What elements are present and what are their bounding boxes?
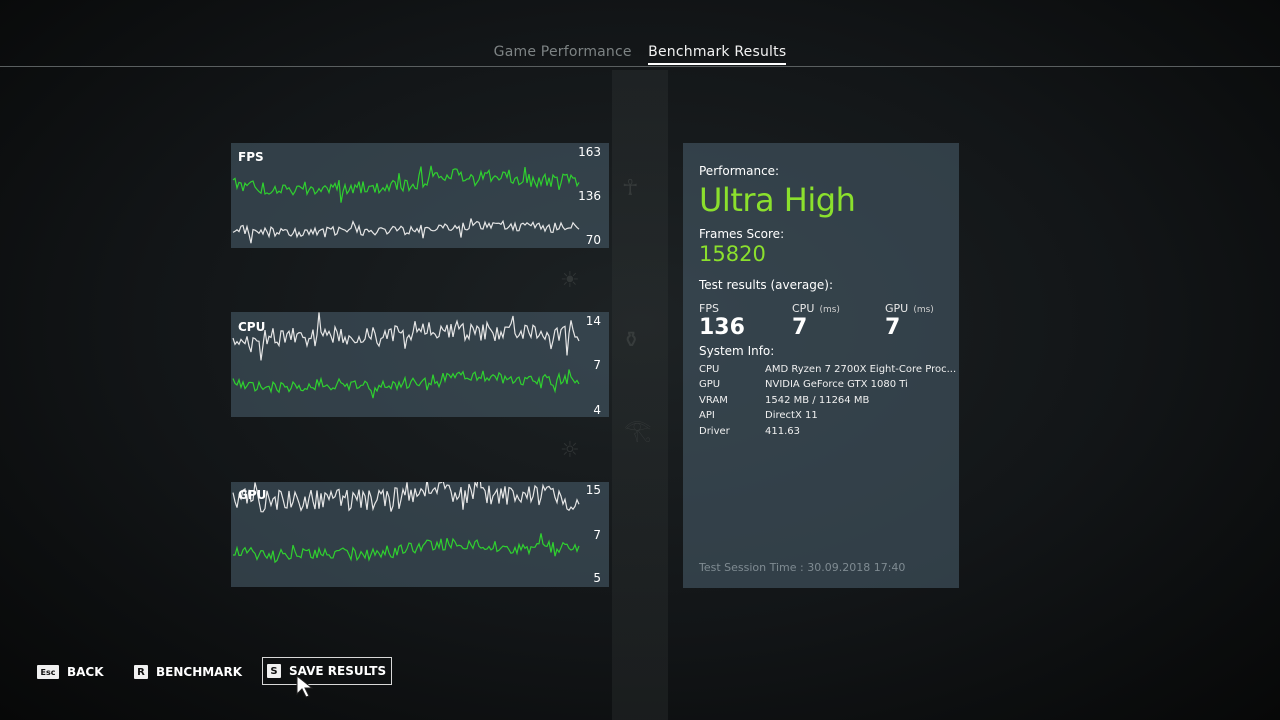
save-results-button[interactable]: S SAVE RESULTS (262, 657, 393, 685)
gpu-graph-panel: GPU 15 7 5 (231, 482, 609, 587)
system-info-row: API DirectX 11 (699, 410, 818, 421)
metric-value: 7 (792, 315, 808, 340)
metric-unit: (ms) (913, 305, 934, 315)
system-info-value: AMD Ryzen 7 2700X Eight-Core Proc... (765, 364, 957, 375)
system-info-row: VRAM 1542 MB / 11264 MB (699, 395, 869, 406)
cpu-fps-line (232, 369, 580, 399)
hieroglyph-decoration: ⚱ (622, 328, 641, 353)
system-info-value: DirectX 11 (765, 410, 818, 421)
mouse-cursor-icon (296, 675, 314, 698)
gpu-graph (232, 482, 580, 564)
tab-divider (0, 66, 1280, 67)
performance-value: Ultra High (699, 181, 856, 219)
system-info-label: System Info: (699, 344, 775, 358)
system-info-key: API (699, 410, 715, 421)
hieroglyph-decoration: 𓂀 (624, 418, 652, 443)
r-key-icon: R (134, 665, 148, 679)
system-info-value: 411.63 (765, 426, 800, 437)
fps-tick-mid: 136 (578, 189, 601, 203)
metric-fps: FPS 136 (699, 297, 745, 340)
esc-key-icon: Esc (37, 665, 59, 679)
fps-frametime-line (232, 218, 580, 244)
gpu-series-line (232, 482, 580, 513)
system-info-value: NVIDIA GeForce GTX 1080 Ti (765, 379, 908, 390)
cpu-graph (232, 312, 580, 399)
test-results-label: Test results (average): (699, 278, 833, 292)
system-info-row: CPU AMD Ryzen 7 2700X Eight-Core Proc... (699, 364, 956, 375)
benchmark-button[interactable]: R BENCHMARK (134, 659, 242, 685)
metric-gpu: GPU (ms) 7 (885, 297, 934, 340)
metric-cpu: CPU (ms) 7 (792, 297, 840, 340)
cpu-tick-max: 14 (585, 314, 601, 328)
metric-unit: (ms) (819, 305, 840, 315)
back-button-label: BACK (67, 665, 104, 679)
cpu-tick-mid: 7 (593, 358, 601, 372)
hieroglyph-decoration: ☀ (560, 268, 580, 293)
gpu-tick-max: 15 (585, 483, 601, 497)
metric-label: GPU (885, 302, 909, 315)
gpu-tick-mid: 7 (593, 528, 601, 542)
fps-graph-label: FPS (238, 150, 264, 164)
cpu-graph-panel: CPU 14 7 4 (231, 312, 609, 417)
system-info-value: 1542 MB / 11264 MB (765, 395, 870, 406)
fps-tick-min: 70 (585, 233, 601, 247)
back-button[interactable]: Esc BACK (37, 659, 104, 685)
system-info-key: CPU (699, 364, 720, 375)
frames-score-value: 15820 (699, 242, 766, 266)
tab-bar: Game Performance Benchmark Results (0, 44, 1280, 66)
benchmark-button-label: BENCHMARK (156, 665, 243, 679)
system-info-key: VRAM (699, 395, 728, 406)
tab-benchmark-results[interactable]: Benchmark Results (648, 44, 787, 65)
fps-tick-max: 163 (578, 145, 601, 159)
system-info-row: GPU NVIDIA GeForce GTX 1080 Ti (699, 379, 908, 390)
frames-score-label: Frames Score: (699, 227, 785, 241)
hieroglyph-decoration: ☼ (560, 438, 580, 463)
s-key-icon: S (267, 664, 281, 678)
tab-game-performance[interactable]: Game Performance (494, 44, 632, 63)
system-info-row: Driver 411.63 (699, 426, 800, 437)
cpu-tick-min: 4 (593, 403, 601, 417)
fps-graph-panel: FPS 163 136 70 (231, 143, 609, 248)
system-info-key: Driver (699, 426, 730, 437)
metric-label: FPS (699, 302, 719, 315)
system-info-key: GPU (699, 379, 721, 390)
gpu-graph-label: GPU (238, 488, 267, 502)
background-pillar (612, 70, 668, 720)
metric-value: 7 (885, 315, 901, 340)
gpu-tick-min: 5 (593, 571, 601, 585)
cpu-series-line (232, 312, 580, 361)
fps-series-line (232, 165, 580, 203)
performance-label: Performance: (699, 164, 780, 178)
hieroglyph-decoration: ☥ (622, 176, 639, 201)
cpu-graph-label: CPU (238, 320, 266, 334)
session-time: Test Session Time : 30.09.2018 17:40 (699, 561, 906, 574)
results-panel: Performance: Ultra High Frames Score: 15… (683, 143, 959, 588)
metric-value: 136 (699, 315, 745, 340)
fps-graph (232, 165, 580, 244)
metric-label: CPU (792, 302, 815, 315)
gpu-fps-line (233, 533, 580, 564)
